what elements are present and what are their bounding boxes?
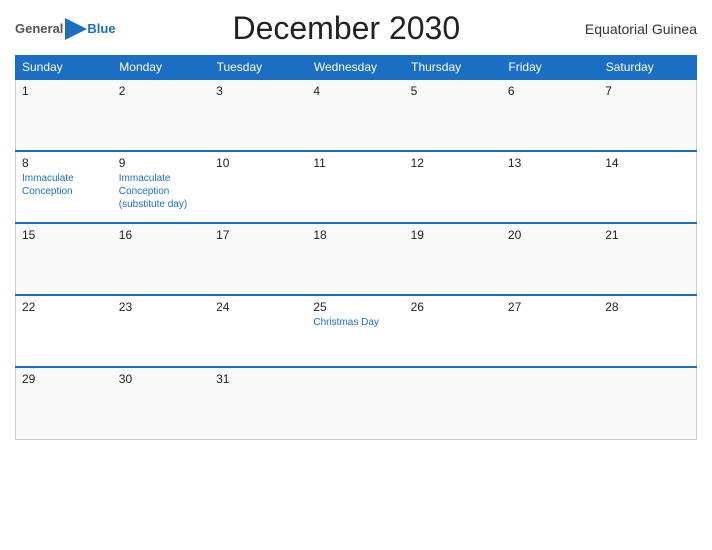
calendar-cell: 10 xyxy=(210,151,307,223)
day-number: 16 xyxy=(119,228,204,242)
calendar-cell: 9 Immaculate Conception (substitute day) xyxy=(113,151,210,223)
header-sunday: Sunday xyxy=(16,56,113,80)
day-number: 23 xyxy=(119,300,204,314)
calendar-cell: 29 xyxy=(16,367,113,439)
header-tuesday: Tuesday xyxy=(210,56,307,80)
day-number: 2 xyxy=(119,84,204,98)
day-number: 3 xyxy=(216,84,301,98)
day-number: 10 xyxy=(216,156,301,170)
calendar-week-row: 15 16 17 18 19 20 21 xyxy=(16,223,697,295)
calendar-cell: 13 xyxy=(502,151,599,223)
calendar-cell: 28 xyxy=(599,295,696,367)
day-number: 14 xyxy=(605,156,690,170)
calendar-cell xyxy=(307,367,404,439)
calendar-cell: 1 xyxy=(16,79,113,151)
day-number: 24 xyxy=(216,300,301,314)
calendar-cell xyxy=(502,367,599,439)
day-number: 11 xyxy=(313,156,398,170)
calendar-table: Sunday Monday Tuesday Wednesday Thursday… xyxy=(15,55,697,440)
day-number: 18 xyxy=(313,228,398,242)
calendar-cell: 11 xyxy=(307,151,404,223)
day-number: 17 xyxy=(216,228,301,242)
day-number: 6 xyxy=(508,84,593,98)
country-name: Equatorial Guinea xyxy=(577,21,697,37)
calendar-cell: 22 xyxy=(16,295,113,367)
calendar-cell: 30 xyxy=(113,367,210,439)
logo: General Blue xyxy=(15,18,116,40)
logo-flag-icon xyxy=(65,18,87,40)
calendar-cell: 2 xyxy=(113,79,210,151)
calendar-cell: 8 Immaculate Conception xyxy=(16,151,113,223)
calendar-cell: 20 xyxy=(502,223,599,295)
header-thursday: Thursday xyxy=(405,56,502,80)
day-number: 15 xyxy=(22,228,107,242)
day-number: 31 xyxy=(216,372,301,386)
day-number: 26 xyxy=(411,300,496,314)
calendar-week-row: 29 30 31 xyxy=(16,367,697,439)
calendar-cell: 16 xyxy=(113,223,210,295)
logo-general-text: General xyxy=(15,21,63,36)
calendar-cell: 12 xyxy=(405,151,502,223)
day-number: 13 xyxy=(508,156,593,170)
day-number: 9 xyxy=(119,156,204,170)
calendar-cell: 18 xyxy=(307,223,404,295)
calendar-cell: 7 xyxy=(599,79,696,151)
header-friday: Friday xyxy=(502,56,599,80)
day-number: 21 xyxy=(605,228,690,242)
day-number: 12 xyxy=(411,156,496,170)
calendar-cell: 5 xyxy=(405,79,502,151)
header-saturday: Saturday xyxy=(599,56,696,80)
day-number: 28 xyxy=(605,300,690,314)
calendar-cell: 27 xyxy=(502,295,599,367)
calendar-cell xyxy=(599,367,696,439)
calendar-page: General Blue December 2030 Equatorial Gu… xyxy=(0,0,712,550)
day-number: 19 xyxy=(411,228,496,242)
calendar-cell: 23 xyxy=(113,295,210,367)
weekday-header-row: Sunday Monday Tuesday Wednesday Thursday… xyxy=(16,56,697,80)
calendar-cell: 3 xyxy=(210,79,307,151)
header-wednesday: Wednesday xyxy=(307,56,404,80)
calendar-cell: 31 xyxy=(210,367,307,439)
calendar-week-row: 22 23 24 25 Christmas Day 26 27 28 xyxy=(16,295,697,367)
header-monday: Monday xyxy=(113,56,210,80)
day-number: 30 xyxy=(119,372,204,386)
calendar-cell: 24 xyxy=(210,295,307,367)
day-number: 4 xyxy=(313,84,398,98)
calendar-title: December 2030 xyxy=(116,10,577,47)
calendar-cell: 6 xyxy=(502,79,599,151)
calendar-cell: 17 xyxy=(210,223,307,295)
day-number: 20 xyxy=(508,228,593,242)
day-number: 29 xyxy=(22,372,107,386)
calendar-cell: 26 xyxy=(405,295,502,367)
calendar-cell: 25 Christmas Day xyxy=(307,295,404,367)
calendar-cell xyxy=(405,367,502,439)
holiday-label: Immaculate Conception (substitute day) xyxy=(119,172,204,211)
calendar-cell: 21 xyxy=(599,223,696,295)
holiday-label: Immaculate Conception xyxy=(22,172,107,198)
calendar-week-row: 8 Immaculate Conception 9 Immaculate Concep… xyxy=(16,151,697,223)
day-number: 1 xyxy=(22,84,107,98)
calendar-week-row: 1234567 xyxy=(16,79,697,151)
day-number: 25 xyxy=(313,300,398,314)
calendar-cell: 4 xyxy=(307,79,404,151)
day-number: 27 xyxy=(508,300,593,314)
calendar-cell: 19 xyxy=(405,223,502,295)
day-number: 8 xyxy=(22,156,107,170)
holiday-label: Christmas Day xyxy=(313,316,398,329)
header: General Blue December 2030 Equatorial Gu… xyxy=(15,10,697,47)
day-number: 22 xyxy=(22,300,107,314)
day-number: 7 xyxy=(605,84,690,98)
calendar-cell: 14 xyxy=(599,151,696,223)
logo-blue-text: Blue xyxy=(87,21,115,36)
day-number: 5 xyxy=(411,84,496,98)
calendar-cell: 15 xyxy=(16,223,113,295)
